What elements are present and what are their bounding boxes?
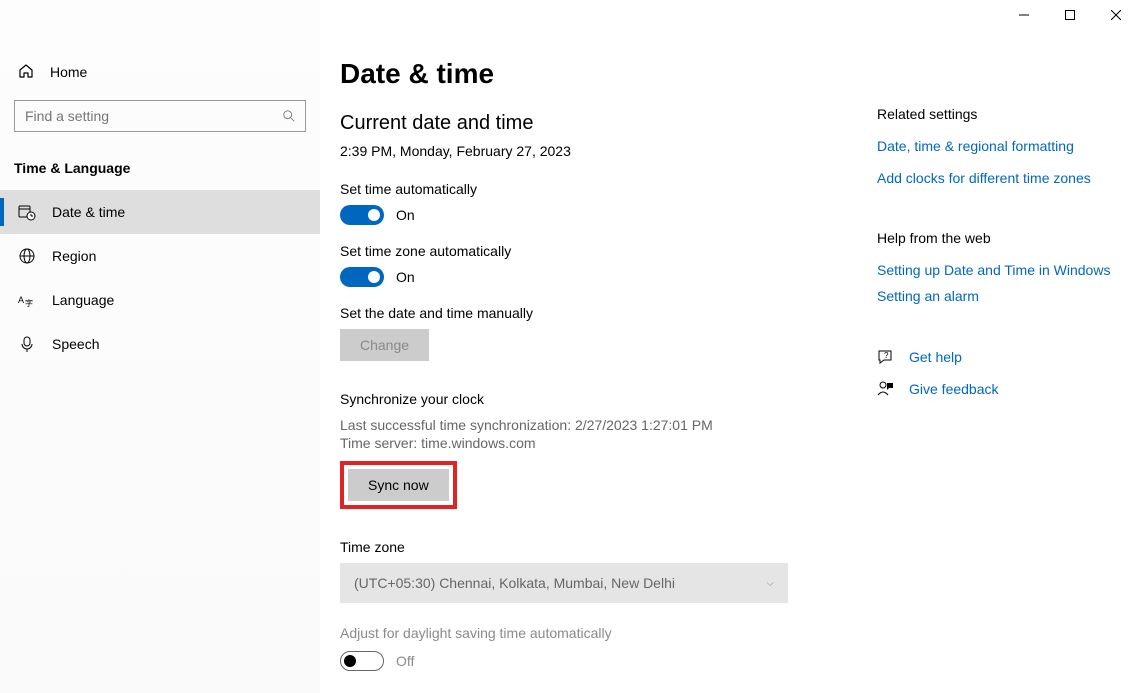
set-time-auto-toggle[interactable] [340,205,384,225]
globe-icon [18,247,36,265]
sidebar-item-region[interactable]: Region [0,234,320,278]
sidebar-item-label: Date & time [52,204,125,220]
tz-heading: Time zone [340,539,840,555]
current-date-heading: Current date and time [340,112,840,135]
give-feedback-link[interactable]: Give feedback [909,381,999,397]
minimize-button[interactable] [1001,0,1047,30]
sync-heading: Synchronize your clock [340,391,840,407]
svg-text:A: A [18,295,24,305]
sidebar-item-label: Speech [52,336,99,352]
set-tz-auto-toggle[interactable] [340,267,384,287]
link-regional-formatting[interactable]: Date, time & regional formatting [877,138,1117,154]
search-input[interactable] [14,100,306,132]
set-tz-auto-state: On [396,269,415,285]
timezone-dropdown: (UTC+05:30) Chennai, Kolkata, Mumbai, Ne… [340,563,788,603]
search-icon [282,109,296,123]
get-help-icon: ? [877,348,895,366]
home-nav[interactable]: Home [0,50,320,94]
sync-server: Time server: time.windows.com [340,435,840,451]
maximize-button[interactable] [1047,0,1093,30]
get-help-link[interactable]: Get help [909,349,962,365]
microphone-icon [18,335,36,353]
sync-now-button[interactable]: Sync now [348,469,449,501]
set-tz-auto-label: Set time zone automatically [340,243,840,259]
sidebar-item-label: Language [52,292,114,308]
sync-now-highlight: Sync now [340,461,457,509]
link-add-clocks[interactable]: Add clocks for different time zones [877,170,1117,186]
current-date-value: 2:39 PM, Monday, February 27, 2023 [340,143,840,159]
help-from-web-heading: Help from the web [877,230,1117,246]
set-time-auto-state: On [396,207,415,223]
svg-text:?: ? [884,351,889,360]
timezone-value: (UTC+05:30) Chennai, Kolkata, Mumbai, Ne… [354,575,675,591]
feedback-icon [877,380,895,398]
language-icon: A字 [18,291,36,309]
link-setting-alarm[interactable]: Setting an alarm [877,288,1117,304]
sidebar: Home Time & Language Date & time Region … [0,0,320,693]
related-settings-heading: Related settings [877,106,1117,122]
clock-calendar-icon [18,203,36,221]
link-setup-date-time[interactable]: Setting up Date and Time in Windows [877,262,1117,278]
change-button: Change [340,329,429,361]
set-manual-label: Set the date and time manually [340,305,840,321]
sidebar-category: Time & Language [0,142,320,190]
sidebar-item-speech[interactable]: Speech [0,322,320,366]
home-label: Home [50,64,87,80]
close-button[interactable] [1093,0,1139,30]
home-icon [18,63,34,82]
chevron-down-icon: ⌵ [766,578,774,589]
daylight-label: Adjust for daylight saving time automati… [340,625,840,641]
page-title: Date & time [340,58,840,90]
sidebar-item-language[interactable]: A字 Language [0,278,320,322]
sidebar-item-date-time[interactable]: Date & time [0,190,320,234]
daylight-state: Off [396,653,414,669]
set-time-auto-label: Set time automatically [340,181,840,197]
sync-last: Last successful time synchronization: 2/… [340,417,840,433]
daylight-toggle [340,651,384,671]
sidebar-item-label: Region [52,248,96,264]
svg-text:字: 字 [25,298,33,308]
